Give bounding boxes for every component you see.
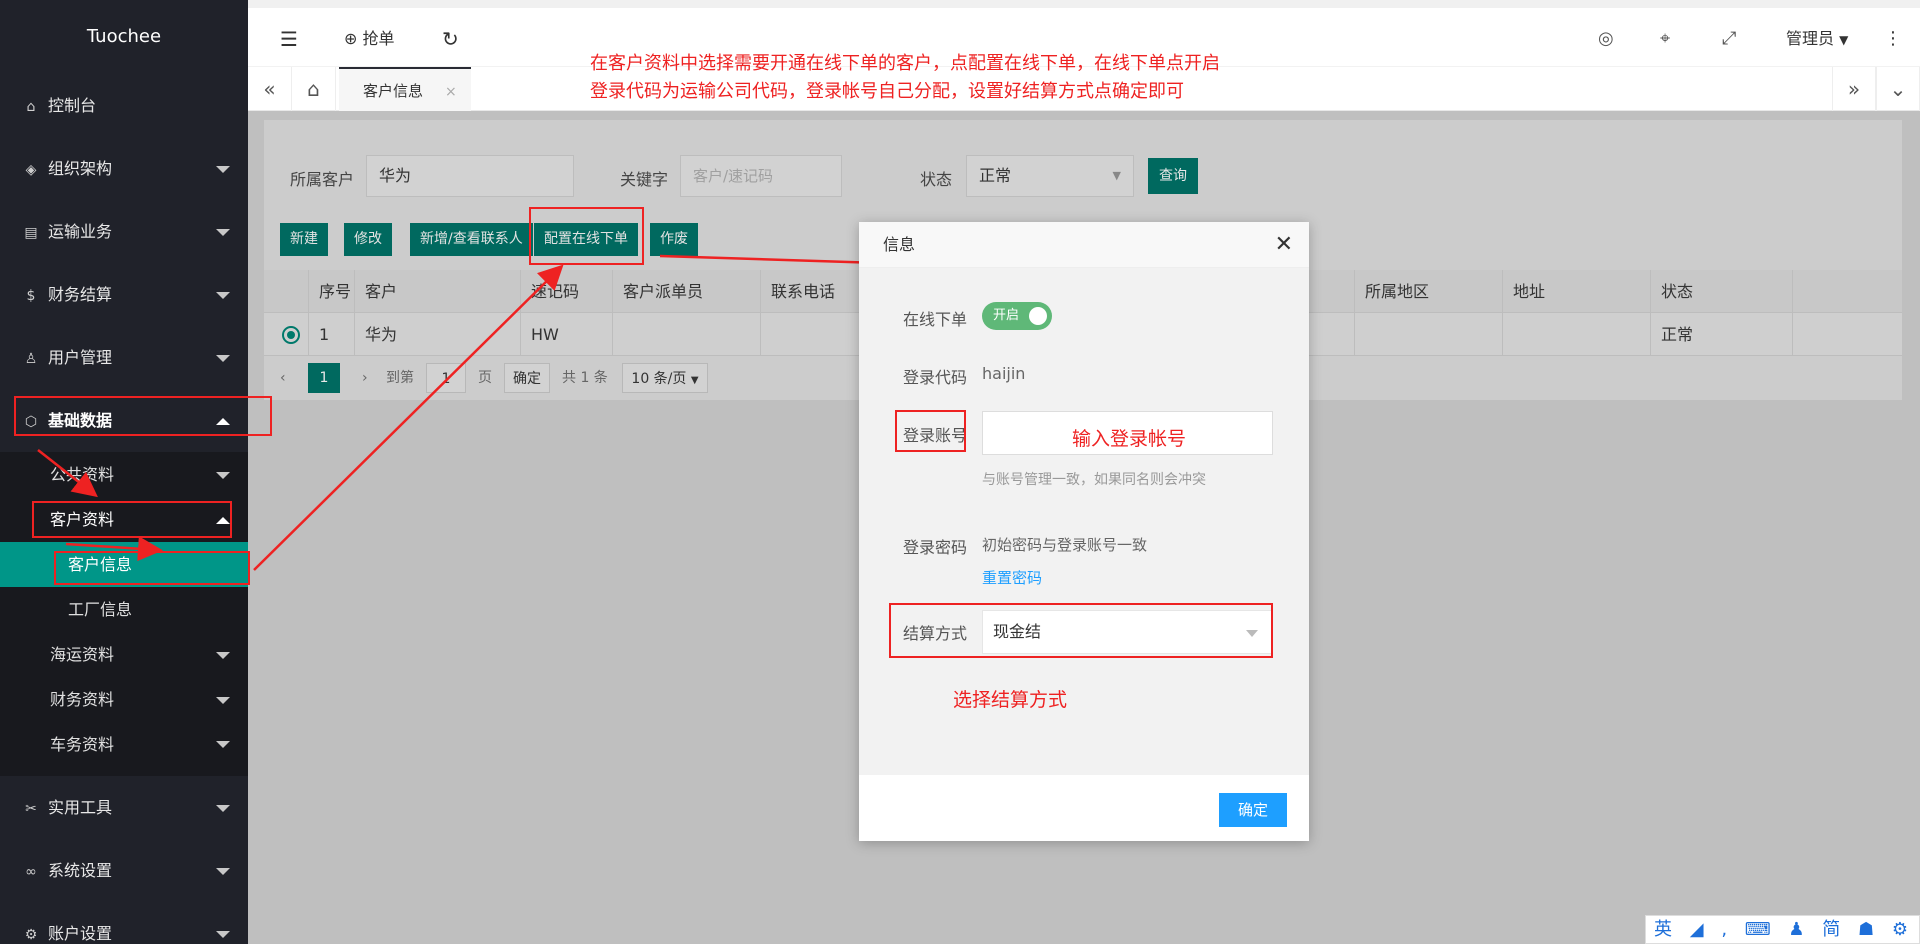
reset-password-link[interactable]: 重置密码	[982, 567, 1042, 588]
online-order-modal: 信息 ✕ 在线下单 开启 登录代码 haijin 登录账号 与账号管理一致，如果…	[859, 222, 1309, 841]
online-order-toggle[interactable]: 开启	[982, 302, 1052, 330]
modal-header: 信息 ✕	[859, 222, 1309, 268]
arrow-to-customer	[37, 449, 98, 498]
arrow-to-config-button	[253, 264, 564, 571]
login-code-label: 登录代码	[903, 368, 968, 387]
arrow-to-customer-info	[65, 536, 163, 562]
toggle-text: 开启	[993, 308, 1020, 323]
confirm-button[interactable]: 确定	[1219, 793, 1287, 827]
input-account-note: 输入登录帐号	[1072, 428, 1187, 450]
highlight-account-label	[895, 410, 966, 452]
modal-footer: 确定	[859, 775, 1309, 841]
login-code-value: haijin	[982, 364, 1026, 383]
modal-title: 信息	[883, 235, 916, 254]
close-icon[interactable]: ✕	[1275, 222, 1293, 268]
toggle-knob	[1029, 307, 1047, 325]
arrow-to-modal	[659, 249, 885, 275]
choose-settle-note: 选择结算方式	[953, 689, 1068, 711]
login-password-label: 登录密码	[903, 538, 968, 557]
highlight-settle	[889, 603, 1273, 658]
ime-toolbar[interactable]: 英 ◢ ‚ ⌨ ♟ 简 ☗ ⚙	[1645, 915, 1920, 944]
login-password-value: 初始密码与登录账号一致	[982, 536, 1148, 554]
online-order-label: 在线下单	[903, 310, 968, 329]
login-account-hint: 与账号管理一致，如果同名则会冲突	[982, 472, 1206, 488]
